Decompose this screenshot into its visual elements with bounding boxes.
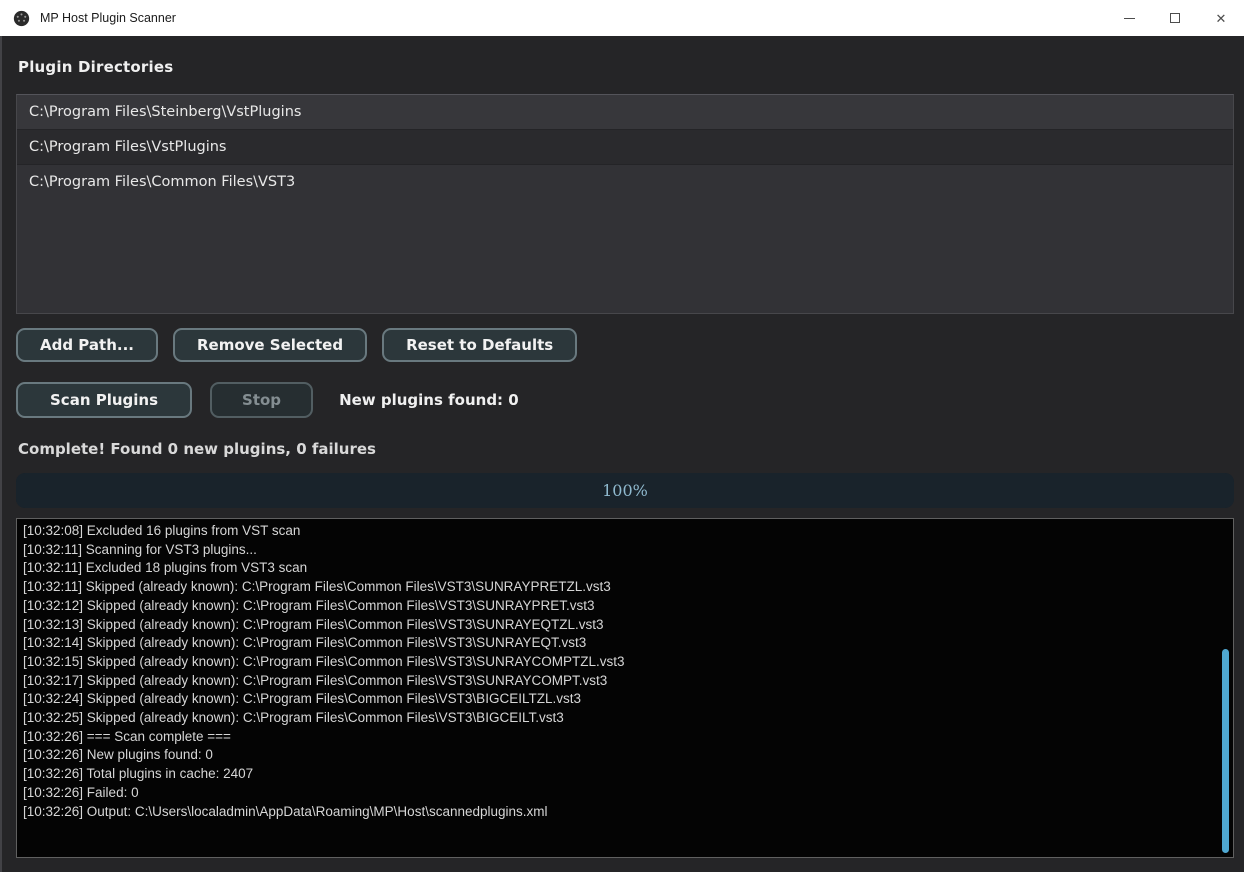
window-title: MP Host Plugin Scanner <box>40 11 176 25</box>
directory-list-item[interactable]: C:\Program Files\VstPlugins <box>17 130 1233 165</box>
directory-list-item[interactable]: C:\Program Files\Steinberg\VstPlugins <box>17 95 1233 130</box>
status-message: Complete! Found 0 new plugins, 0 failure… <box>18 440 376 458</box>
maximize-button[interactable] <box>1152 0 1198 36</box>
log-lines: [10:32:08] Excluded 16 plugins from VST … <box>23 522 1227 821</box>
log-line: [10:32:13] Skipped (already known): C:\P… <box>23 616 1227 635</box>
log-line: [10:32:17] Skipped (already known): C:\P… <box>23 672 1227 691</box>
log-line: [10:32:15] Skipped (already known): C:\P… <box>23 653 1227 672</box>
log-line: [10:32:26] Total plugins in cache: 2407 <box>23 765 1227 784</box>
plugin-directories-label: Plugin Directories <box>18 58 173 76</box>
app-icon <box>13 10 30 27</box>
main-panel: Plugin Directories C:\Program Files\Stei… <box>0 36 1244 872</box>
plugin-directories-list: C:\Program Files\Steinberg\VstPlugins C:… <box>16 94 1234 314</box>
minimize-button[interactable] <box>1106 0 1152 36</box>
log-line: [10:32:24] Skipped (already known): C:\P… <box>23 690 1227 709</box>
close-icon: ✕ <box>1216 12 1227 25</box>
app-window: MP Host Plugin Scanner ✕ Plugin Director… <box>0 0 1244 872</box>
maximize-icon <box>1170 13 1180 23</box>
titlebar: MP Host Plugin Scanner ✕ <box>0 0 1244 36</box>
add-path-button[interactable]: Add Path... <box>16 328 158 362</box>
log-line: [10:32:12] Skipped (already known): C:\P… <box>23 597 1227 616</box>
progress-percent: 100% <box>16 473 1234 508</box>
close-button[interactable]: ✕ <box>1198 0 1244 36</box>
directory-list-item[interactable]: C:\Program Files\Common Files\VST3 <box>17 165 1233 200</box>
log-line: [10:32:25] Skipped (already known): C:\P… <box>23 709 1227 728</box>
log-output[interactable]: [10:32:08] Excluded 16 plugins from VST … <box>16 518 1234 858</box>
progress-bar: 100% <box>16 473 1234 508</box>
reset-to-defaults-button[interactable]: Reset to Defaults <box>382 328 577 362</box>
log-scrollbar-thumb[interactable] <box>1222 649 1229 853</box>
minimize-icon <box>1124 18 1135 19</box>
stop-button[interactable]: Stop <box>210 382 313 418</box>
log-line: [10:32:26] Output: C:\Users\localadmin\A… <box>23 803 1227 822</box>
new-plugins-counter: New plugins found: 0 <box>339 391 519 409</box>
log-line: [10:32:11] Scanning for VST3 plugins... <box>23 541 1227 560</box>
log-line: [10:32:26] Failed: 0 <box>23 784 1227 803</box>
log-line: [10:32:08] Excluded 16 plugins from VST … <box>23 522 1227 541</box>
log-line: [10:32:11] Skipped (already known): C:\P… <box>23 578 1227 597</box>
log-line: [10:32:26] New plugins found: 0 <box>23 746 1227 765</box>
scan-plugins-button[interactable]: Scan Plugins <box>16 382 192 418</box>
log-line: [10:32:26] === Scan complete === <box>23 728 1227 747</box>
log-line: [10:32:11] Excluded 18 plugins from VST3… <box>23 559 1227 578</box>
log-line: [10:32:14] Skipped (already known): C:\P… <box>23 634 1227 653</box>
scan-buttons-row: Scan Plugins Stop New plugins found: 0 <box>16 382 519 418</box>
remove-selected-button[interactable]: Remove Selected <box>173 328 367 362</box>
path-buttons-row: Add Path... Remove Selected Reset to Def… <box>16 328 577 362</box>
